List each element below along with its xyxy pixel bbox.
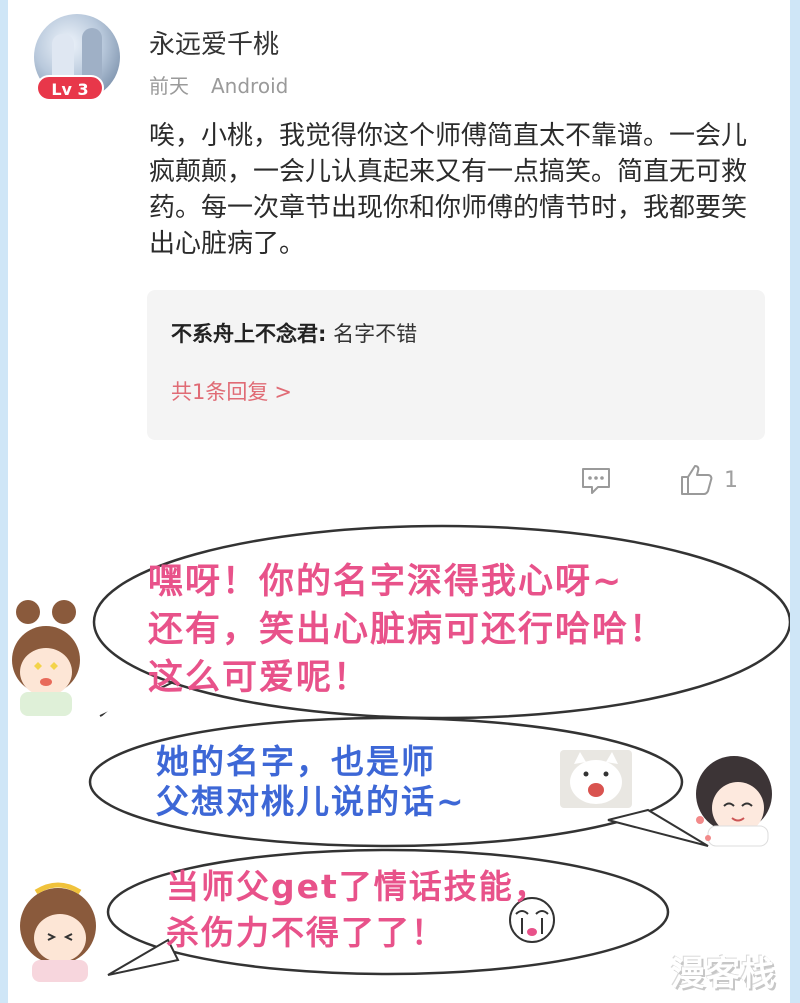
comment-content: 唉，小桃，我觉得你这个师傅简直太不靠谱。一会儿疯颠颠，一会儿认真起来又有一点搞笑… xyxy=(149,121,748,259)
right-page-edge xyxy=(790,0,800,1003)
chibi-girl-illustration xyxy=(20,882,96,982)
username[interactable]: 永远爱千桃 xyxy=(149,24,279,61)
reply-text: 名字不错 xyxy=(333,322,418,346)
chevron-right-icon: > xyxy=(274,380,292,404)
reply-preview[interactable]: 不系舟上不念君: 名字不错 共1条回复 > xyxy=(147,290,765,440)
comic-panel: 嘿呀！你的名字深得我心呀~ 还有，笑出心脏病可还行哈哈！ 这么可爱呢！ 她的名字… xyxy=(8,520,790,1003)
reply-username[interactable]: 不系舟上不念君: xyxy=(171,322,326,346)
speech-bubble-text-2: 她的名字，也是师 父想对桃儿说的话~ xyxy=(156,742,466,822)
bubble-line: 杀伤力不得了了！ xyxy=(166,913,446,952)
comment-card: Lv 3 永远爱千桃 前天 Android 唉，小桃，我觉得你这个师傅简直太不靠谱… xyxy=(8,0,790,520)
bubble-line: 父想对桃儿说的话~ xyxy=(156,782,466,821)
thumbs-up-icon[interactable] xyxy=(679,463,715,497)
reply-item: 不系舟上不念君: 名字不错 xyxy=(171,318,417,348)
level-badge: Lv 3 xyxy=(36,75,104,101)
bubble-line: 还有，笑出心脏病可还行哈哈！ xyxy=(148,610,667,650)
like-count: 1 xyxy=(724,468,738,493)
bubble-line: 这么可爱呢！ xyxy=(148,658,371,698)
watermark: 漫客栈 xyxy=(671,954,776,994)
comment-icon[interactable] xyxy=(580,466,612,496)
comment-meta: 前天 Android xyxy=(149,70,288,99)
view-replies-link[interactable]: 共1条回复 > xyxy=(171,376,292,406)
left-page-edge xyxy=(0,0,8,1003)
view-replies-label: 共1条回复 xyxy=(171,380,269,404)
speech-bubble-text-1: 嘿呀！你的名字深得我心呀~ 还有，笑出心脏病可还行哈哈！ 这么可爱呢！ xyxy=(148,558,666,702)
bubble-line: 当师父get了情话技能， xyxy=(166,867,549,906)
bubble-line: 她的名字，也是师 xyxy=(156,742,436,781)
speech-bubble-text-3: 当师父get了情话技能， 杀伤力不得了了！ xyxy=(166,864,549,956)
cat-meme-sticker xyxy=(560,750,632,808)
comment-device: Android xyxy=(211,74,289,98)
comment-time: 前天 xyxy=(149,74,189,98)
chibi-girl-illustration xyxy=(696,756,772,847)
bubble-line: 嘿呀！你的名字深得我心呀~ xyxy=(148,562,624,602)
chibi-girl-illustration xyxy=(12,600,80,716)
